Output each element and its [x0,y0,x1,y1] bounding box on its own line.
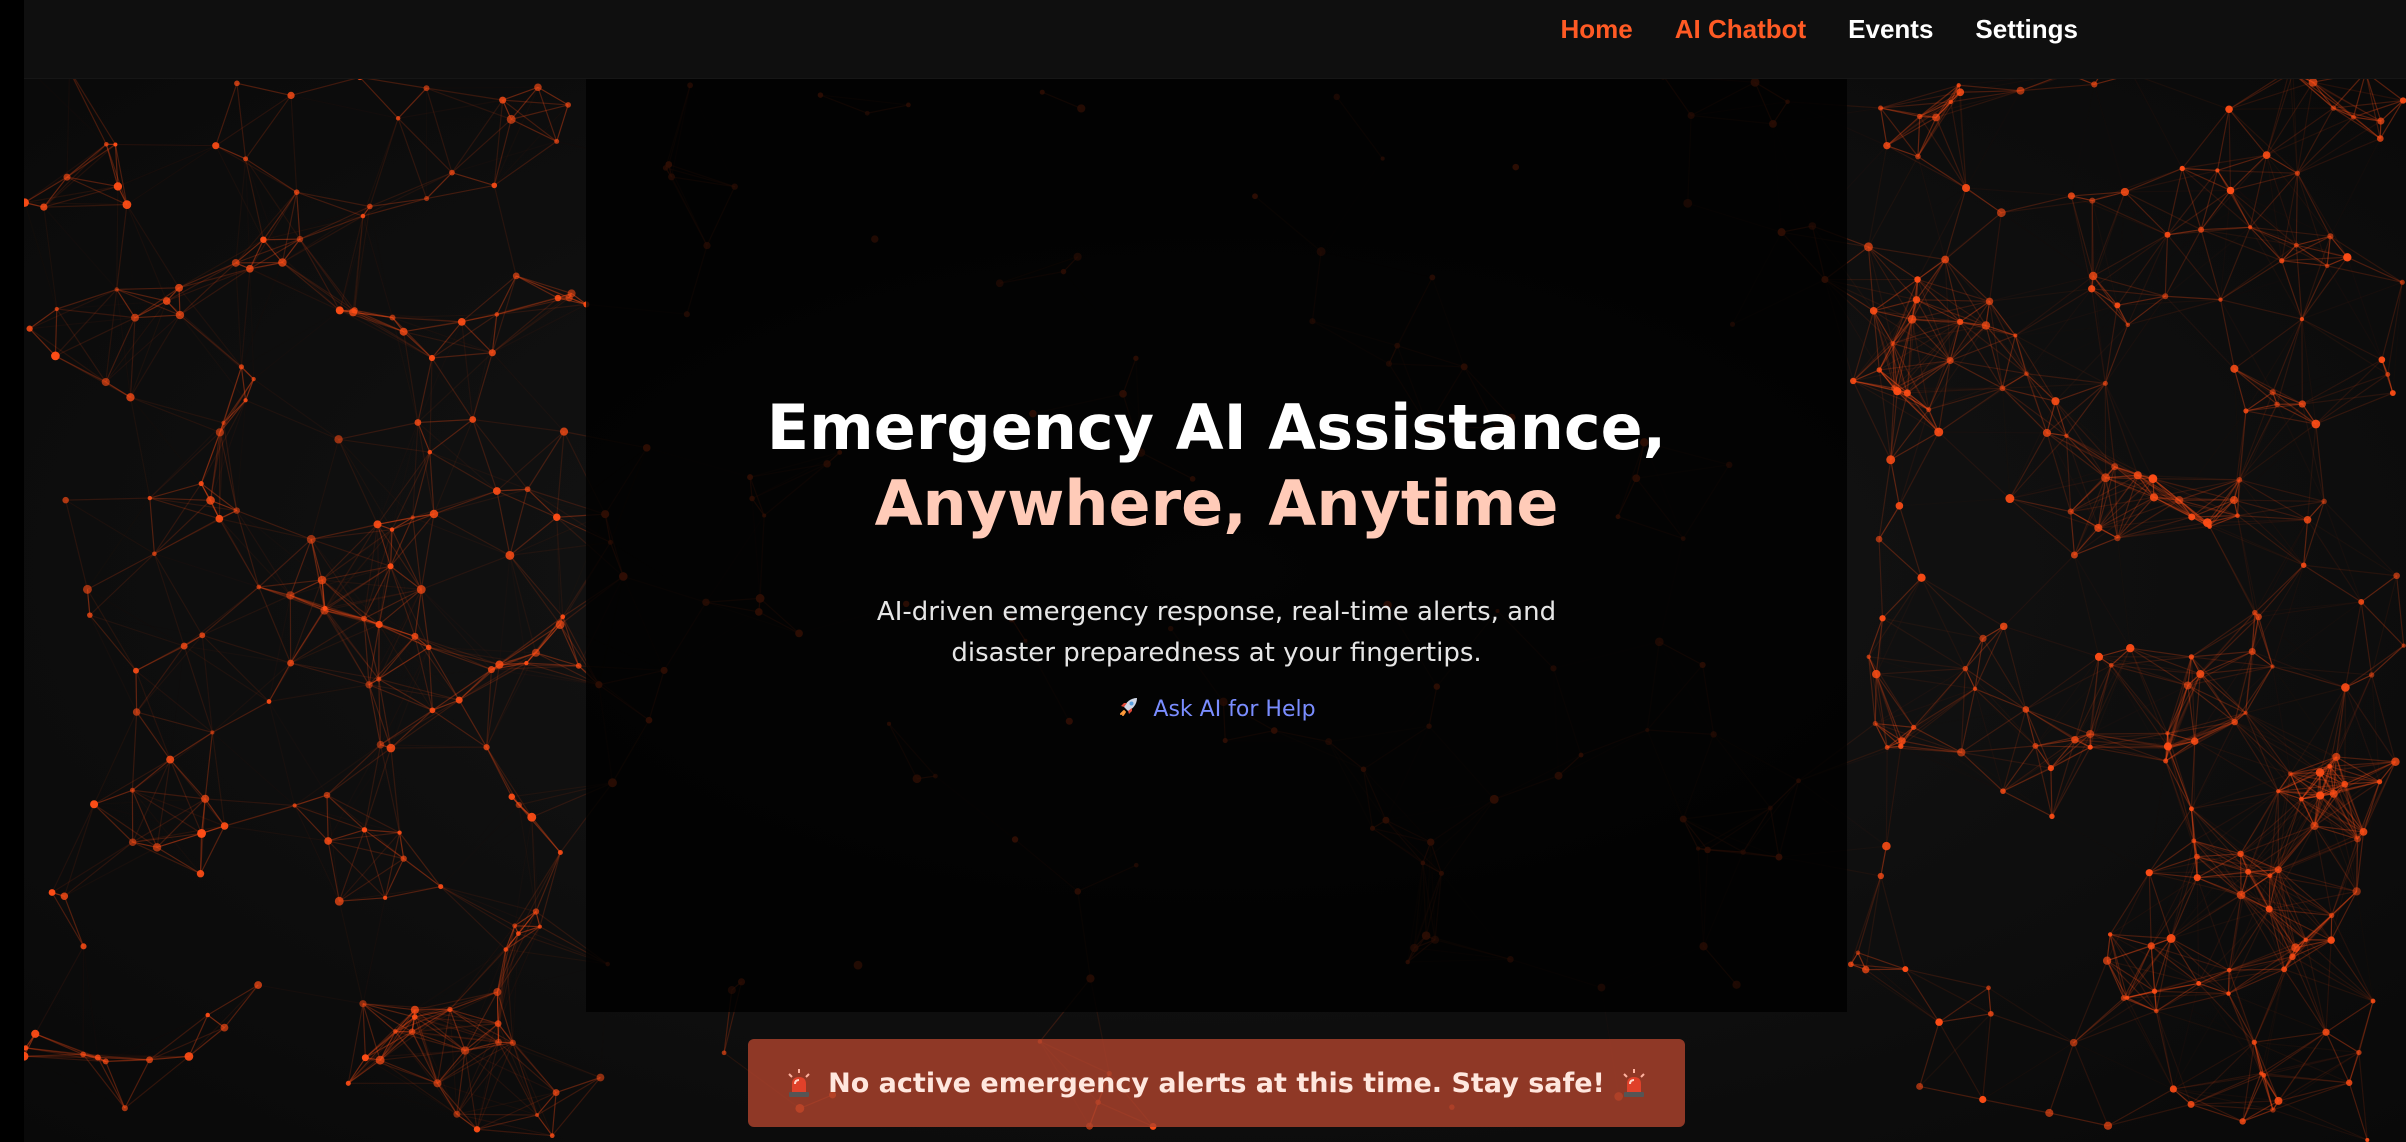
rocket-icon [1117,694,1141,724]
hero-section: Emergency AI Assistance, Anywhere, Anyti… [586,78,1847,1012]
nav-ai-chatbot-link[interactable]: AI Chatbot [1675,14,1806,45]
nav-settings-link[interactable]: Settings [1975,14,2078,45]
nav-home-link[interactable]: Home [1560,14,1632,45]
hero-title: Emergency AI Assistance, Anywhere, Anyti… [586,390,1847,542]
hero-content: Emergency AI Assistance, Anywhere, Anyti… [586,390,1847,724]
hero-subtitle: AI-driven emergency response, real-time … [876,597,1557,668]
page: Home AI Chatbot Events Settings Emergenc… [0,0,2406,1142]
siren-icon [1621,1068,1647,1098]
window-edge [0,0,24,1142]
hero-title-line1: Emergency AI Assistance, [766,391,1667,464]
emergency-alert-banner: No active emergency alerts at this time.… [748,1039,1685,1127]
top-navbar: Home AI Chatbot Events Settings [24,0,2406,79]
nav-events-link[interactable]: Events [1848,14,1933,45]
ask-ai-label: Ask AI for Help [1153,696,1316,722]
nav-links: Home AI Chatbot Events Settings [1560,0,2078,58]
hero-title-line2: Anywhere, Anytime [874,467,1559,540]
alert-message: No active emergency alerts at this time.… [828,1067,1605,1099]
ask-ai-button[interactable]: Ask AI for Help [1117,694,1316,724]
siren-icon [786,1068,812,1098]
